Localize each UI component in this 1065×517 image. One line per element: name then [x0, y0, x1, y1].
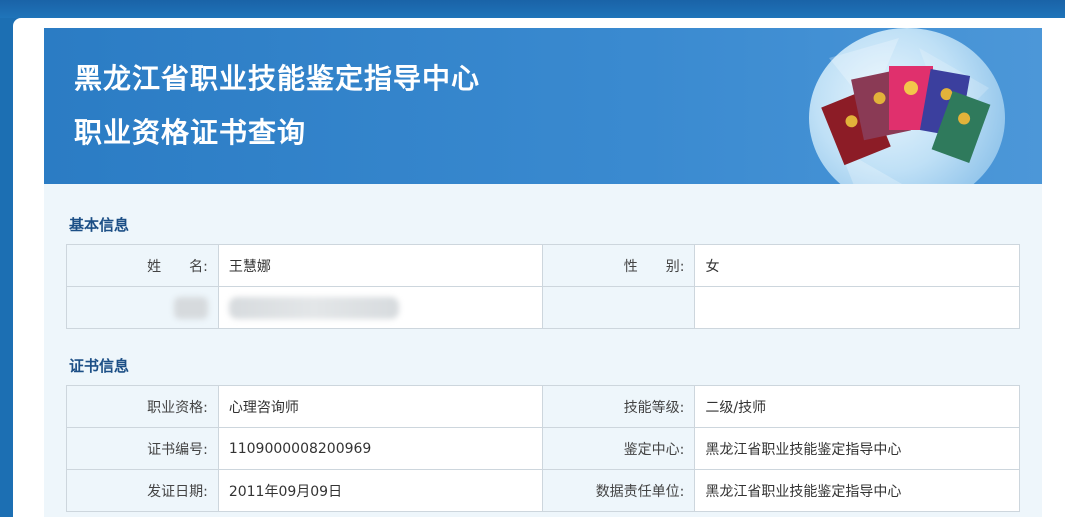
- gender-label: 性 别:: [541, 244, 696, 287]
- responsible-unit-value: 黑龙江省职业技能鉴定指导中心: [694, 469, 1020, 512]
- query-page: 黑龙江省职业技能鉴定指导中心 职业资格证书查询 基本信息 姓 名: 王慧娜 性 …: [44, 28, 1042, 517]
- name-label: 姓 名:: [66, 244, 219, 287]
- certificates-illustration: [809, 28, 1005, 184]
- cert-number-label: 证书编号:: [66, 427, 219, 470]
- issue-date-value: 2011年09月09日: [217, 469, 543, 512]
- level-value: 二级/技师: [694, 385, 1020, 428]
- table-row: [66, 286, 1020, 329]
- center-label: 鉴定中心:: [541, 427, 696, 470]
- basic-info-table: 姓 名: 王慧娜 性 别: 女: [66, 244, 1020, 329]
- cert-info-title: 证书信息: [69, 357, 130, 375]
- responsible-unit-label: 数据责任单位:: [541, 469, 696, 512]
- redacted-blur: [173, 296, 208, 319]
- table-row: 姓 名: 王慧娜 性 别: 女: [66, 244, 1020, 287]
- redacted-value: [217, 286, 543, 329]
- redacted-blur: [228, 296, 399, 319]
- cert-number-value: 1109000008200969: [217, 427, 543, 470]
- empty-label-cell: [541, 286, 696, 329]
- table-row: 发证日期: 2011年09月09日 数据责任单位: 黑龙江省职业技能鉴定指导中心: [66, 469, 1020, 512]
- gender-value: 女: [694, 244, 1020, 287]
- table-row: 职业资格: 心理咨询师 技能等级: 二级/技师: [66, 385, 1020, 428]
- issue-date-label: 发证日期:: [66, 469, 219, 512]
- banner-title: 黑龙江省职业技能鉴定指导中心: [74, 62, 481, 95]
- header-banner: 黑龙江省职业技能鉴定指导中心 职业资格证书查询: [44, 28, 1042, 184]
- redacted-label: [66, 286, 219, 329]
- table-row: 证书编号: 1109000008200969 鉴定中心: 黑龙江省职业技能鉴定指…: [66, 427, 1020, 470]
- browser-top-bar: [0, 0, 1065, 18]
- level-label: 技能等级:: [541, 385, 696, 428]
- occupation-value: 心理咨询师: [217, 385, 543, 428]
- occupation-label: 职业资格:: [66, 385, 219, 428]
- empty-value-cell: [694, 286, 1020, 329]
- banner-subtitle: 职业资格证书查询: [74, 116, 307, 149]
- center-value: 黑龙江省职业技能鉴定指导中心: [694, 427, 1020, 470]
- basic-info-title: 基本信息: [69, 216, 130, 234]
- name-value: 王慧娜: [217, 244, 543, 287]
- cert-info-table: 职业资格: 心理咨询师 技能等级: 二级/技师 证书编号: 1109000008…: [66, 385, 1020, 512]
